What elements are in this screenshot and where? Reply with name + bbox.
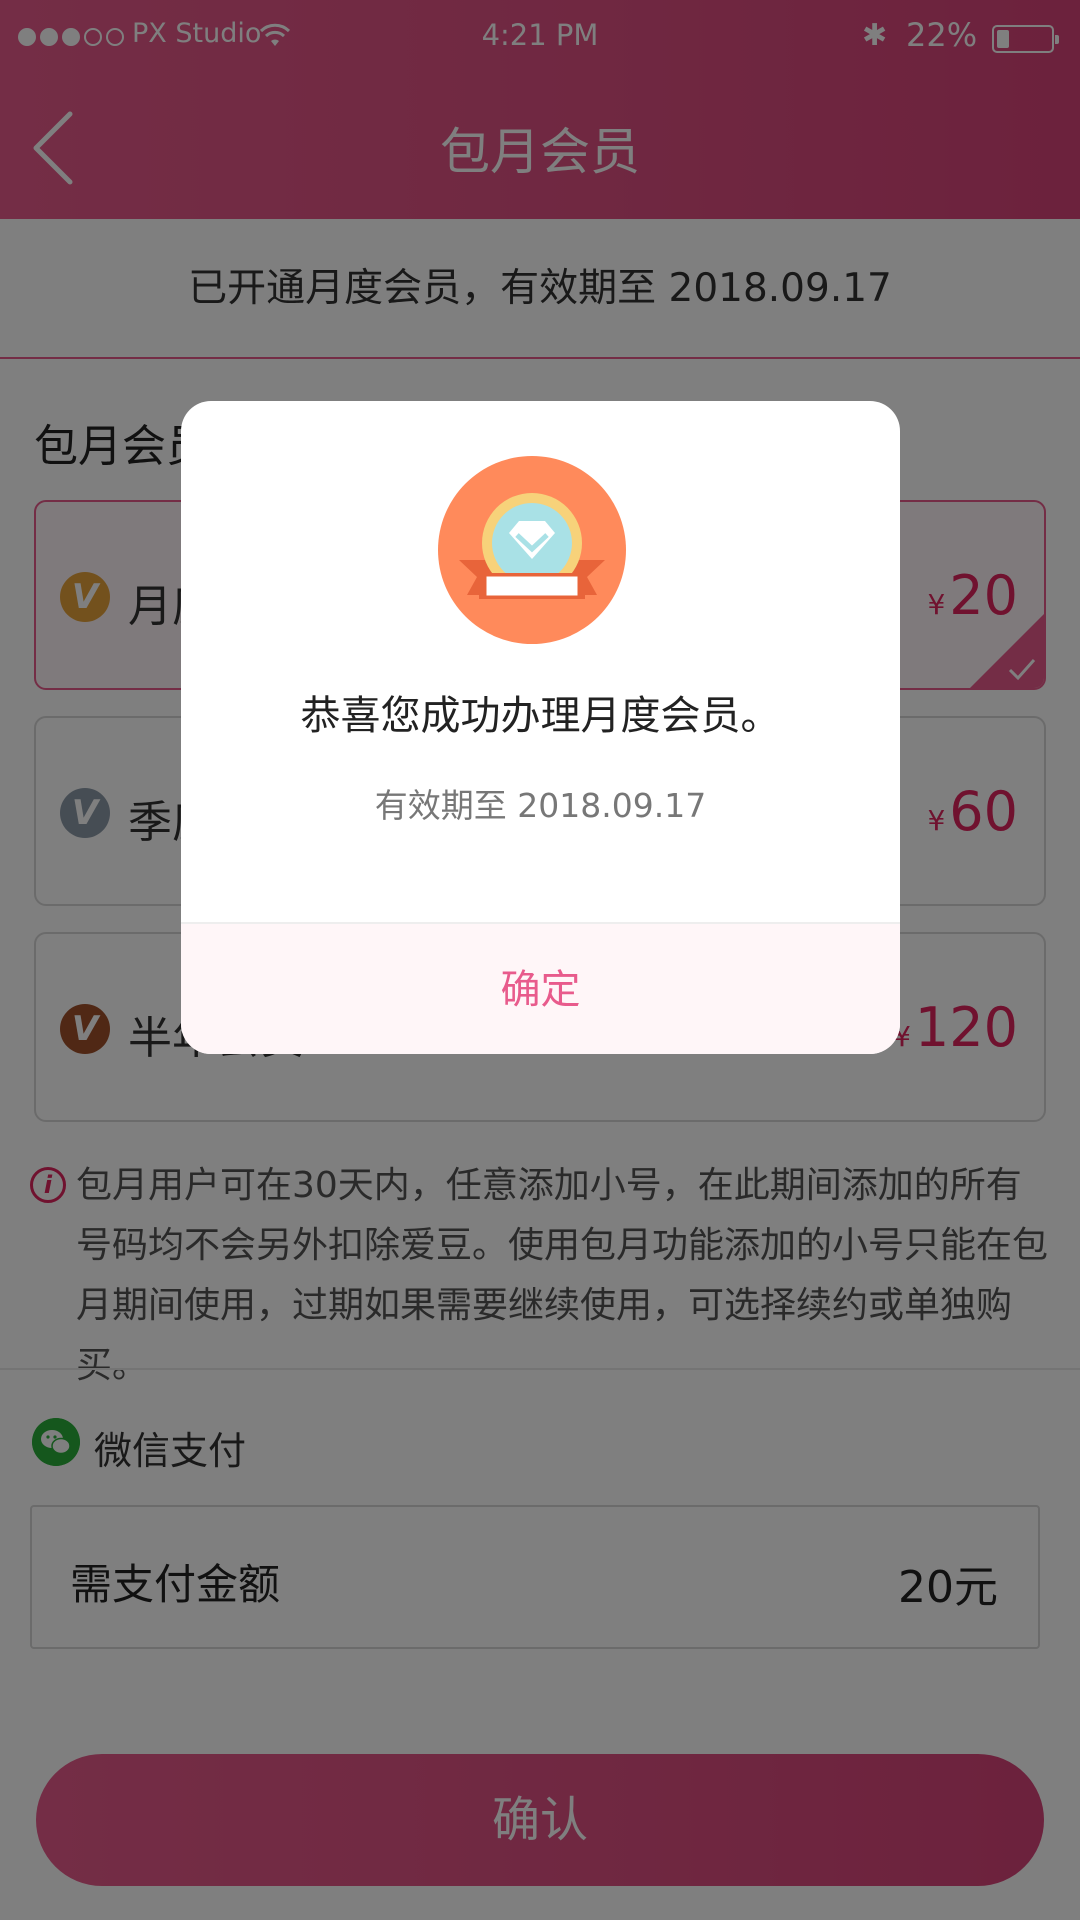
- dialog-subtitle: 有效期至 2018.09.17: [374, 786, 707, 825]
- medal-icon: [438, 456, 626, 644]
- dialog-footer: 确定: [181, 922, 900, 1054]
- dialog-title: 恭喜您成功办理月度会员。: [300, 693, 781, 739]
- success-dialog: 恭喜您成功办理月度会员。 有效期至 2018.09.17 确定: [181, 401, 900, 1054]
- dialog-ok-button[interactable]: 确定: [181, 924, 900, 1054]
